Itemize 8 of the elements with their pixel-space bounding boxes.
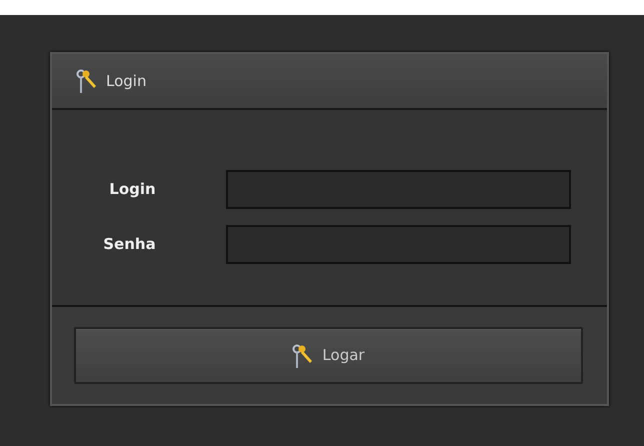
field-label: Login xyxy=(108,179,156,200)
login-field[interactable] xyxy=(226,170,571,209)
panel-title: Login xyxy=(106,70,146,92)
keys-icon xyxy=(76,68,98,94)
field-label: Senha xyxy=(102,234,156,256)
login-button[interactable]: Logar xyxy=(74,327,583,384)
keys-icon xyxy=(292,342,314,368)
password-field[interactable] xyxy=(226,225,571,264)
